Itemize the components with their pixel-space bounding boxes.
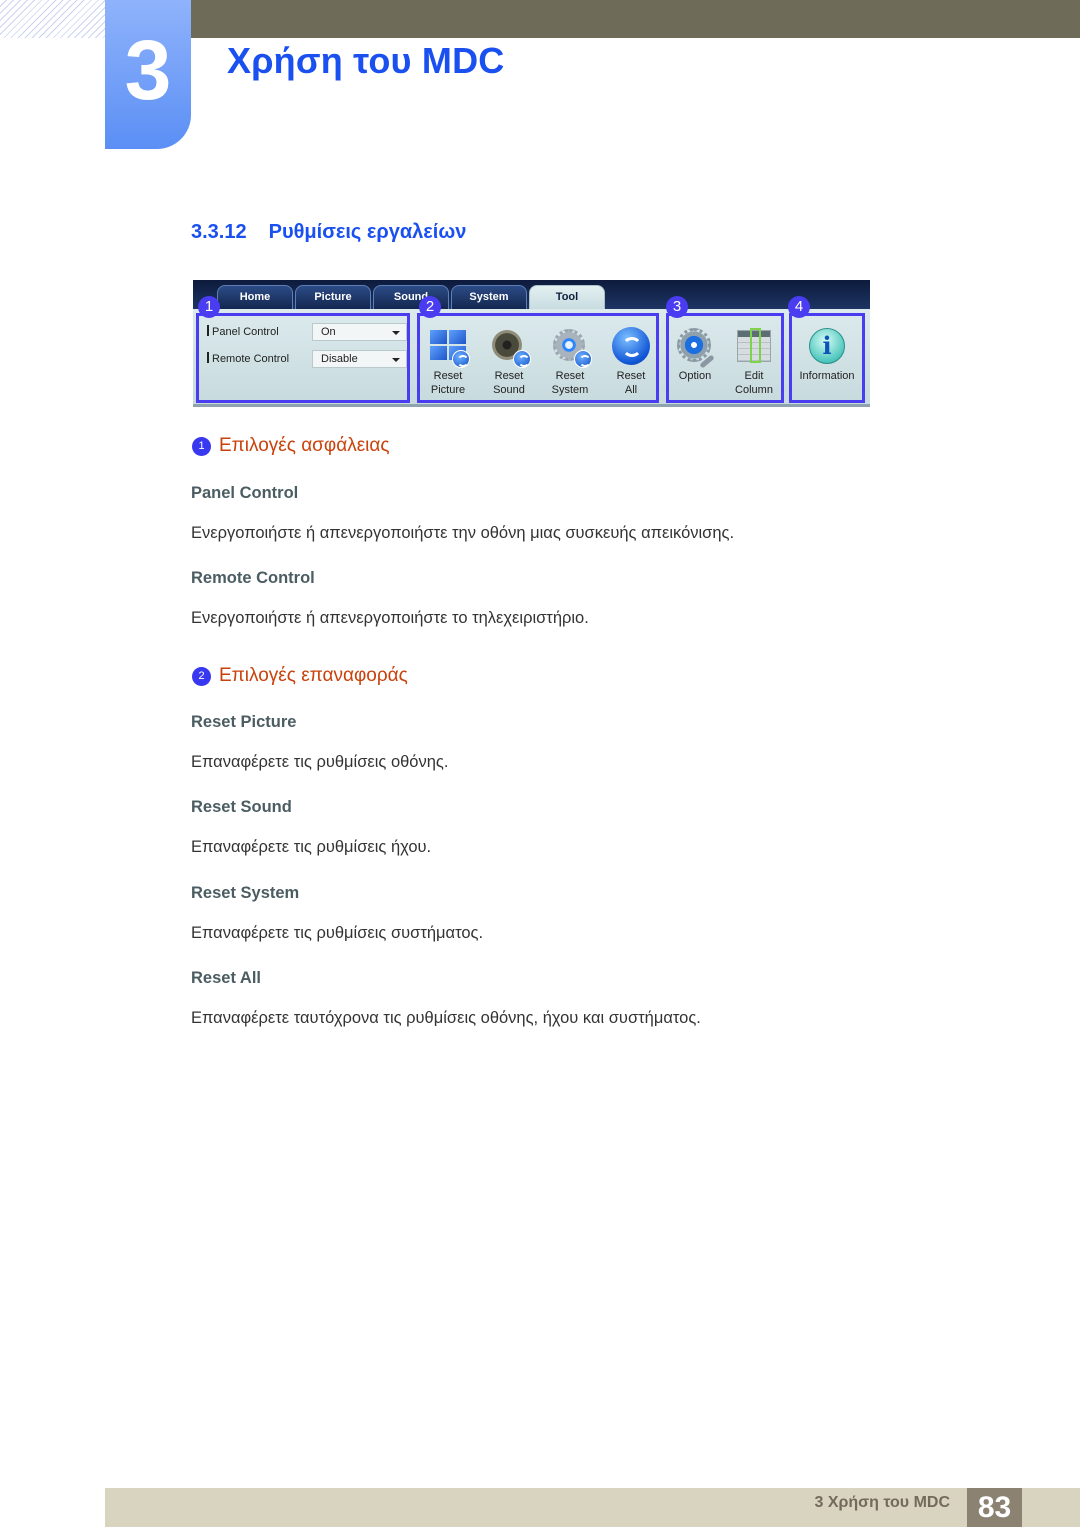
information-icon: i	[807, 326, 847, 366]
tab-tool[interactable]: Tool	[529, 285, 605, 309]
header-hatch-decoration	[0, 0, 105, 38]
desc-remote-control: Ενεργοποιήστε ή απενεργοποιήστε το τηλεχ…	[191, 609, 589, 627]
ribbon-tab-bar: Home Picture Sound System Tool	[193, 280, 870, 309]
reset-picture-button[interactable]: Reset Picture	[418, 326, 478, 397]
footer-chapter-label: 3 Χρήση του MDC	[814, 1494, 950, 1511]
desc-reset-picture: Επαναφέρετε τις ρυθμίσεις οθόνης.	[191, 753, 449, 771]
callout-badge-2: 2	[419, 296, 441, 318]
information-button[interactable]: i Information	[797, 326, 857, 383]
term-reset-system: Reset System	[191, 884, 300, 902]
desc-reset-all: Επαναφέρετε ταυτόχρονα τις ρυθμίσεις οθό…	[191, 1009, 701, 1027]
reset-system-button[interactable]: Reset System	[540, 326, 600, 397]
term-panel-control: Panel Control	[191, 484, 299, 502]
reset-options-heading: 2 Επιλογές επαναφοράς	[192, 665, 408, 687]
panel-control-label: Panel Control	[207, 326, 279, 338]
callout-badge-3: 3	[666, 296, 688, 318]
chevron-down-icon	[392, 358, 400, 362]
callout-badge-1: 1	[198, 296, 220, 318]
option-gear-icon	[675, 326, 715, 369]
edit-column-label: Edit Column	[735, 370, 773, 396]
section-title: 3.3.12 Ρυθμίσεις εργαλείων	[191, 221, 466, 244]
security-options-heading-text: Επιλογές ασφάλειας	[219, 435, 390, 456]
reset-sound-button[interactable]: Reset Sound	[479, 326, 539, 397]
panel-control-select[interactable]: On	[312, 323, 407, 341]
option-button[interactable]: Option	[665, 326, 725, 383]
reset-system-icon	[550, 326, 592, 368]
information-group: i Information	[789, 313, 865, 403]
chapter-number-tab: 3	[105, 0, 191, 149]
reset-system-label: Reset System	[551, 370, 589, 396]
reset-options-heading-text: Επιλογές επαναφοράς	[219, 665, 408, 686]
term-reset-sound: Reset Sound	[191, 798, 292, 816]
callout-badge-4: 4	[788, 296, 810, 318]
remote-control-value: Disable	[321, 353, 358, 365]
edit-column-icon	[734, 326, 774, 366]
tab-system[interactable]: System	[451, 285, 527, 309]
option-label: Option	[678, 370, 712, 382]
desc-panel-control: Ενεργοποιήστε ή απενεργοποιήστε την οθόν…	[191, 524, 735, 542]
security-options-group: Panel Control On Remote Control Disable	[196, 313, 410, 403]
reset-all-label: Reset All	[616, 370, 646, 396]
tool-ribbon-screenshot: Home Picture Sound System Tool Panel Con…	[193, 280, 870, 407]
tab-home[interactable]: Home	[217, 285, 293, 309]
reset-all-icon	[611, 326, 651, 366]
numbered-badge-1: 1	[192, 437, 211, 456]
term-reset-all: Reset All	[191, 969, 261, 987]
header-bar	[190, 0, 1080, 38]
edit-column-button[interactable]: Edit Column	[724, 326, 784, 397]
tab-picture[interactable]: Picture	[295, 285, 371, 309]
option-group: Option Edit Column	[666, 313, 784, 403]
reset-picture-label: Reset Picture	[430, 370, 466, 396]
reset-sound-label: Reset Sound	[493, 370, 525, 396]
chevron-down-icon	[392, 331, 400, 335]
page-number: 83	[967, 1488, 1022, 1527]
desc-reset-system: Επαναφέρετε τις ρυθμίσεις συστήματος.	[191, 924, 484, 942]
panel-control-field: Panel Control	[207, 325, 279, 338]
security-options-heading: 1 Επιλογές ασφάλειας	[192, 435, 390, 457]
remote-control-label: Remote Control	[207, 353, 289, 365]
reset-all-button[interactable]: Reset All	[601, 326, 661, 397]
reset-picture-icon	[428, 326, 470, 368]
desc-reset-sound: Επαναφέρετε τις ρυθμίσεις ήχου.	[191, 838, 432, 856]
information-label: Information	[799, 370, 855, 382]
section-title-text: Ρυθμίσεις εργαλείων	[268, 221, 467, 243]
remote-control-select[interactable]: Disable	[312, 350, 407, 368]
term-reset-picture: Reset Picture	[191, 713, 297, 731]
remote-control-field: Remote Control	[207, 352, 289, 365]
reset-options-group: Reset Picture Reset Sound Reset System R…	[417, 313, 659, 403]
section-number: 3.3.12	[191, 221, 247, 243]
panel-control-value: On	[321, 326, 336, 338]
chapter-title: Χρήση του MDC	[227, 40, 505, 81]
numbered-badge-2: 2	[192, 667, 211, 686]
term-remote-control: Remote Control	[191, 569, 315, 587]
reset-sound-icon	[489, 326, 531, 368]
